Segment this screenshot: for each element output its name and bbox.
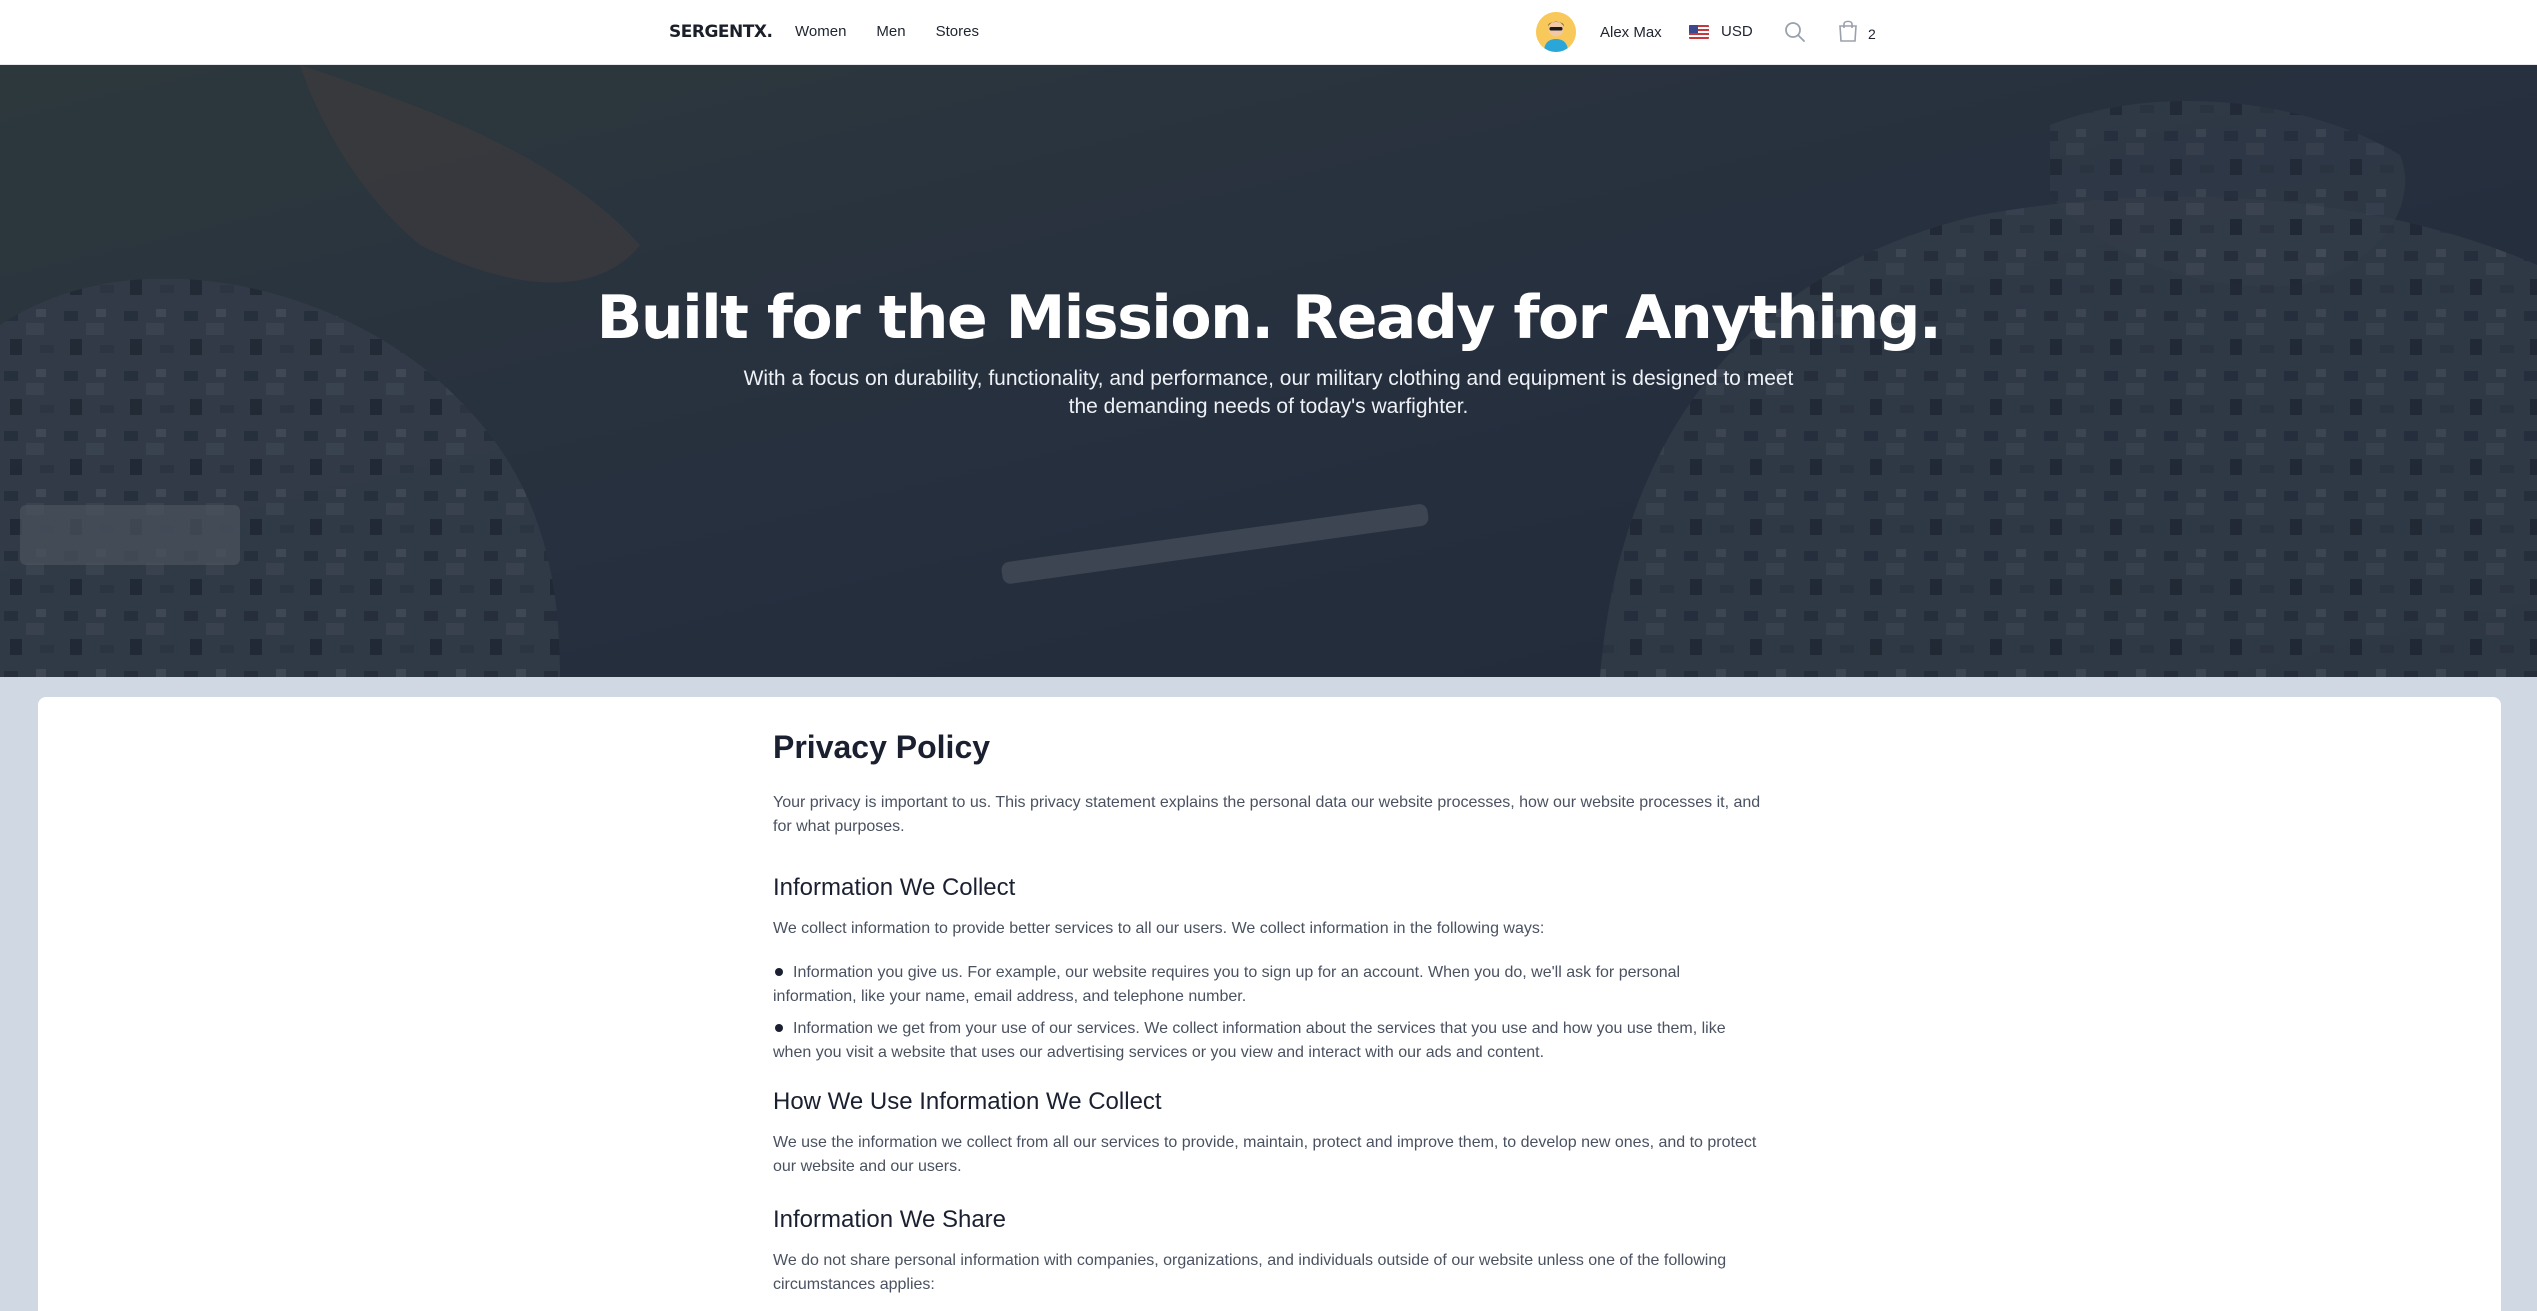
section-body: We collect information to provide better… bbox=[773, 920, 1545, 937]
section-body: We use the information we collect from a… bbox=[773, 1134, 1757, 1175]
section-heading: How We Use Information We Collect bbox=[773, 1088, 1162, 1115]
list-item: Information you give us. For example, ou… bbox=[773, 964, 1681, 1005]
nav-stores[interactable]: Stores bbox=[936, 20, 979, 44]
currency-label: USD bbox=[1721, 23, 1753, 40]
collect-list: Information you give us. For example, ou… bbox=[773, 961, 1768, 1065]
page-title: Privacy Policy bbox=[773, 729, 991, 765]
cart-count: 2 bbox=[1868, 25, 1876, 42]
user-menu[interactable]: Alex Max bbox=[1536, 12, 1662, 52]
hero-banner: Built for the Mission. Ready for Anythin… bbox=[0, 65, 2537, 677]
cart-button[interactable]: 2 bbox=[1838, 19, 1876, 48]
search-icon[interactable] bbox=[1783, 20, 1807, 44]
policy-intro: Your privacy is important to us. This pr… bbox=[773, 794, 1761, 835]
us-flag-icon bbox=[1689, 25, 1709, 39]
section-body: We do not share personal information wit… bbox=[773, 1252, 1727, 1293]
brand-logo[interactable]: SERGENTX. bbox=[669, 20, 773, 44]
hero-subtitle: With a focus on durability, functionalit… bbox=[743, 367, 1794, 418]
main-nav: Women Men Stores bbox=[795, 20, 979, 44]
shopping-bag-icon bbox=[1838, 19, 1858, 48]
currency-selector[interactable]: USD bbox=[1689, 20, 1753, 44]
nav-women[interactable]: Women bbox=[795, 20, 846, 44]
site-header: SERGENTX. Women Men Stores Alex Max USD … bbox=[0, 0, 2537, 65]
list-item: Information we get from your use of our … bbox=[773, 1020, 1726, 1061]
privacy-policy: Privacy Policy Your privacy is important… bbox=[773, 727, 1768, 1297]
hero-title: Built for the Mission. Ready for Anythin… bbox=[596, 283, 1942, 353]
user-name[interactable]: Alex Max bbox=[1600, 24, 1662, 41]
section-heading: Information We Share bbox=[773, 1206, 1007, 1233]
bullet-icon bbox=[775, 1023, 783, 1032]
nav-men[interactable]: Men bbox=[876, 20, 905, 44]
bullet-icon bbox=[775, 967, 783, 976]
section-heading: Information We Collect bbox=[773, 874, 1016, 901]
avatar-icon[interactable] bbox=[1536, 12, 1576, 52]
